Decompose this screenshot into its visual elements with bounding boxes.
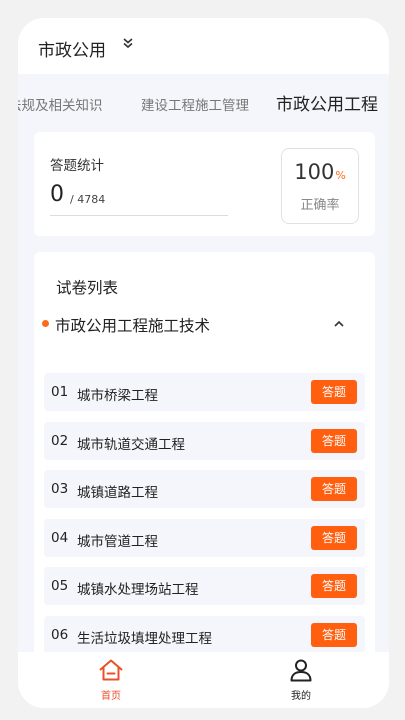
- paper-name: 生活垃圾填埋处理工程: [77, 631, 212, 647]
- chevron-down-icon[interactable]: [121, 36, 135, 50]
- paper-name: 城市轨道交通工程: [77, 437, 185, 453]
- answer-button[interactable]: 答题: [311, 429, 357, 453]
- paper-number: 01: [51, 384, 69, 400]
- paper-row[interactable]: 01 城市桥梁工程 答题: [44, 373, 365, 411]
- answer-button[interactable]: 答题: [311, 574, 357, 598]
- accuracy-box: 100% 正确率: [281, 148, 359, 224]
- app-screen: 市政公用 法规及相关知识 建设工程施工管理 市政公用工程 答题统计 0 / 47…: [18, 18, 389, 708]
- city-selector-label[interactable]: 市政公用: [38, 36, 106, 61]
- paper-name: 城镇道路工程: [77, 485, 158, 501]
- total-count: / 4784: [70, 193, 106, 206]
- answer-button[interactable]: 答题: [311, 526, 357, 550]
- paper-number: 06: [51, 627, 69, 643]
- paper-number: 05: [51, 578, 69, 594]
- home-icon: [99, 659, 123, 681]
- paper-number: 04: [51, 530, 69, 546]
- paper-name: 城镇水处理场站工程: [77, 582, 199, 598]
- stats-title: 答题统计: [50, 158, 104, 174]
- top-bar: 市政公用: [18, 18, 389, 74]
- paper-row[interactable]: 05 城镇水处理场站工程 答题: [44, 567, 365, 605]
- paper-number: 03: [51, 481, 69, 497]
- nav-home-label: 首页: [101, 691, 121, 702]
- user-icon: [290, 659, 312, 682]
- answer-button[interactable]: 答题: [311, 477, 357, 501]
- category-tabs: 法规及相关知识 建设工程施工管理 市政公用工程: [18, 74, 389, 132]
- tab-construction-management[interactable]: 建设工程施工管理: [141, 94, 249, 114]
- section-title[interactable]: 市政公用工程施工技术: [55, 314, 210, 336]
- paper-row[interactable]: 04 城市管道工程 答题: [44, 519, 365, 557]
- answer-button[interactable]: 答题: [311, 380, 357, 404]
- answer-button[interactable]: 答题: [311, 623, 357, 647]
- paper-list-title: 试卷列表: [56, 279, 119, 297]
- accuracy-unit: %: [335, 169, 346, 182]
- accuracy-value: 100: [294, 160, 335, 184]
- paper-row[interactable]: 02 城市轨道交通工程 答题: [44, 422, 365, 460]
- bottom-nav: 首页 我的: [18, 652, 389, 708]
- accuracy-label: 正确率: [300, 198, 340, 213]
- answer-stats-card: 答题统计 0 / 4784 100% 正确率: [34, 132, 375, 236]
- progress-underline: [50, 215, 228, 216]
- paper-list-card: 试卷列表 市政公用工程施工技术 01 城市桥梁工程 答题 02 城市轨道交通工程…: [34, 252, 375, 672]
- paper-row[interactable]: 06 生活垃圾填埋处理工程 答题: [44, 616, 365, 654]
- tab-regulations[interactable]: 法规及相关知识: [18, 94, 103, 114]
- paper-number: 02: [51, 433, 69, 449]
- nav-mine-label: 我的: [291, 691, 311, 702]
- answered-count: 0: [50, 182, 64, 207]
- section-bullet: [42, 320, 49, 327]
- paper-row[interactable]: 03 城镇道路工程 答题: [44, 470, 365, 508]
- paper-name: 城市管道工程: [77, 534, 158, 550]
- paper-name: 城市桥梁工程: [77, 388, 158, 404]
- chevron-up-icon[interactable]: [332, 318, 346, 330]
- tab-municipal-engineering[interactable]: 市政公用工程: [276, 90, 378, 115]
- nav-mine[interactable]: 我的: [271, 652, 331, 708]
- nav-home[interactable]: 首页: [81, 652, 141, 708]
